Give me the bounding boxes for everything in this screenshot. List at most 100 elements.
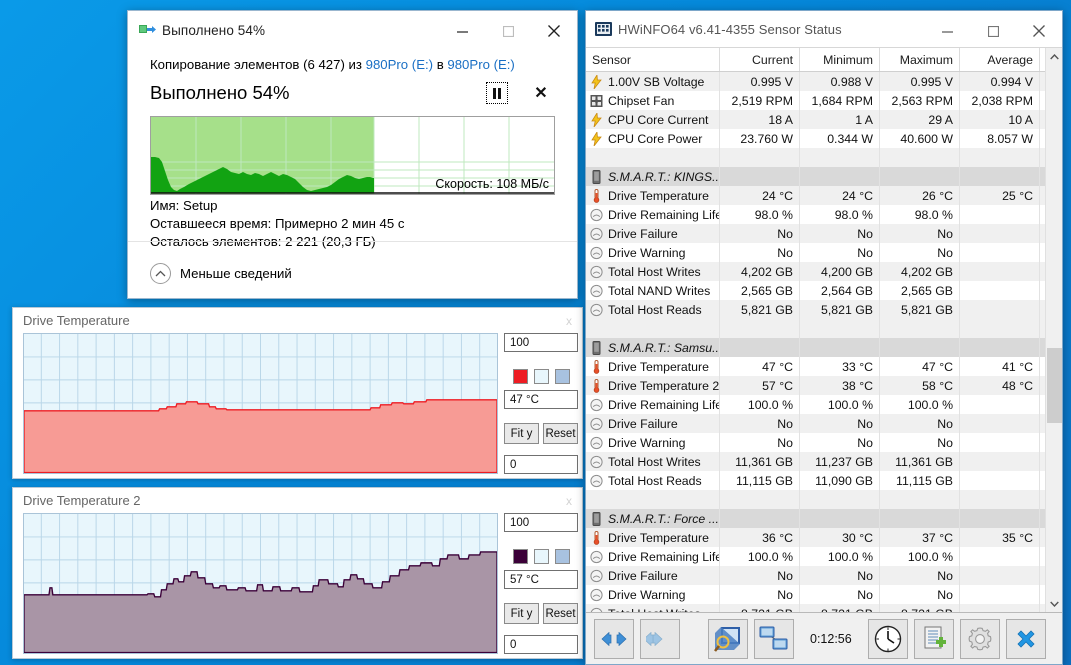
sensor-row[interactable]: Drive Remaining Life 100.0 % 100.0 % 100.0 … (586, 395, 1045, 414)
graph-1-plot (23, 333, 498, 474)
scrollbar-thumb[interactable] (1047, 348, 1062, 423)
sensor-row[interactable]: Drive Temperature 36 °C 30 °C 37 °C 35 °C (586, 528, 1045, 547)
remote-monitor-icon[interactable] (754, 618, 794, 659)
graph-2-ymax-input[interactable]: 100 (504, 513, 578, 533)
cancel-copy-button[interactable]: ✕ (530, 82, 552, 104)
swatch-line-color[interactable] (512, 369, 528, 385)
copy-destination-link[interactable]: 980Pro (E:) (447, 57, 514, 72)
copy-progress-window[interactable]: Выполнено 54% Копирование элементов (6 4… (127, 10, 578, 299)
sensor-row[interactable]: Drive Failure No No No (586, 224, 1045, 243)
minimum-value: 38 °C (800, 376, 880, 395)
hwinfo-sensor-status-window[interactable]: HWiNFO64 v6.41-4355 Sensor Status Sensor… (585, 10, 1063, 665)
less-details-toggle[interactable]: Меньше сведений (150, 263, 292, 284)
maximum-value: 40.600 W (880, 129, 960, 148)
swatch-background-color[interactable] (533, 549, 549, 565)
sensor-row[interactable]: Drive Failure No No No (586, 566, 1045, 585)
sensor-row[interactable]: Total NAND Writes 2,565 GB 2,564 GB 2,565 G… (586, 281, 1045, 300)
sensor-group-row[interactable]: S.M.A.R.T.: Force ... (586, 509, 1045, 528)
hwinfo-vertical-scrollbar[interactable] (1045, 48, 1062, 612)
sensor-row[interactable]: Drive Remaining Life 100.0 % 100.0 % 100.0 … (586, 547, 1045, 566)
copy-dialog-titlebar[interactable]: Выполнено 54% (128, 11, 577, 49)
close-button[interactable] (531, 11, 577, 51)
sensor-row[interactable]: Total Host Writes 4,202 GB 4,200 GB 4,202 G… (586, 262, 1045, 281)
maximize-button[interactable] (970, 11, 1016, 51)
graph-panel-drive-temperature[interactable]: Drive Temperature x 100 47 °C Fit y Rese… (12, 307, 583, 479)
swatch-line-color[interactable] (512, 549, 528, 565)
sensor-row[interactable]: Drive Warning No No No (586, 585, 1045, 604)
maximum-value: 47 °C (880, 357, 960, 376)
sensor-row[interactable]: Drive Warning No No No (586, 433, 1045, 452)
graph-panel-drive-temperature-2[interactable]: Drive Temperature 2 x 100 57 °C Fit y Re… (12, 487, 583, 659)
minimize-button[interactable] (439, 11, 485, 51)
maximize-button[interactable] (485, 11, 531, 51)
clock-icon[interactable] (867, 618, 908, 659)
graph-1-ymax-input[interactable]: 100 (504, 333, 578, 353)
current-value: No (720, 585, 800, 604)
reset-button[interactable]: Reset (543, 603, 578, 625)
graph-panel-2-titlebar[interactable]: Drive Temperature 2 x (13, 488, 582, 513)
current-value: No (720, 224, 800, 243)
sensor-row[interactable]: Drive Remaining Life 98.0 % 98.0 % 98.0 % (586, 205, 1045, 224)
sensor-row[interactable]: Total Host Reads 5,821 GB 5,821 GB 5,821 GB (586, 300, 1045, 319)
swatch-grid-color[interactable] (554, 549, 570, 565)
sensor-row[interactable]: CPU Core Power 23.760 W 0.344 W 40.600 W 8.0… (586, 129, 1045, 148)
graph-1-ymin-input[interactable]: 0 (504, 455, 578, 474)
minimum-value (800, 338, 880, 357)
copy-progress-header: Выполнено 54% ✕ (150, 78, 555, 108)
collapse-arrows-icon[interactable] (640, 618, 680, 659)
graph-1-controls: 100 47 °C Fit y Reset 0 (504, 333, 578, 474)
graph-2-ymin-input[interactable]: 0 (504, 635, 578, 654)
average-value (960, 224, 1040, 243)
graph-1-color-swatches (504, 369, 578, 385)
sensor-row[interactable]: 1.00V SB Voltage 0.995 V 0.988 V 0.995 V 0.9… (586, 72, 1045, 91)
sensor-preview-icon[interactable] (708, 618, 748, 659)
scroll-up-icon[interactable] (1046, 48, 1062, 65)
sensor-row[interactable]: Total Host Writes8,721 GB8,721 GB8,721 G… (586, 604, 1045, 612)
column-header-sensor[interactable]: Sensor (586, 48, 720, 71)
maximum-value: 2,563 RPM (880, 91, 960, 110)
minimize-button[interactable] (924, 11, 970, 51)
current-value: No (720, 433, 800, 452)
swatch-background-color[interactable] (533, 369, 549, 385)
reset-button[interactable]: Reset (543, 423, 578, 445)
sensor-group-row[interactable]: S.M.A.R.T.: KINGS... (586, 167, 1045, 186)
hwinfo-titlebar[interactable]: HWiNFO64 v6.41-4355 Sensor Status (586, 11, 1062, 47)
minimum-value: 11,090 GB (800, 471, 880, 490)
sensor-row[interactable]: Drive Failure No No No (586, 414, 1045, 433)
gear-icon[interactable] (959, 618, 1000, 659)
average-value (960, 243, 1040, 262)
sensor-row[interactable]: Drive Temperature 24 °C 24 °C 26 °C 25 °C (586, 186, 1045, 205)
chevron-up-icon (150, 263, 171, 284)
generic-icon (590, 303, 603, 317)
fit-y-button[interactable]: Fit y (504, 603, 539, 625)
sensor-row[interactable]: Total Host Writes 11,361 GB 11,237 GB 11,36… (586, 452, 1045, 471)
logging-icon[interactable] (913, 618, 954, 659)
close-button[interactable] (1016, 11, 1062, 51)
sensor-name: Total NAND Writes (586, 281, 720, 300)
column-header-average[interactable]: Average (960, 48, 1040, 71)
copy-source-link[interactable]: 980Pro (E:) (366, 57, 433, 72)
average-value (960, 338, 1040, 357)
minimum-value (800, 167, 880, 186)
sensor-group-row[interactable]: S.M.A.R.T.: Samsu... (586, 338, 1045, 357)
sensor-row[interactable]: Chipset Fan 2,519 RPM 1,684 RPM 2,563 RPM 2,… (586, 91, 1045, 110)
sensor-row[interactable]: CPU Core Current 18 A1 A 29 A 10 A (586, 110, 1045, 129)
pause-button[interactable] (486, 82, 508, 104)
scroll-down-icon[interactable] (1046, 595, 1062, 612)
close-icon[interactable]: x (566, 314, 572, 328)
fit-y-button[interactable]: Fit y (504, 423, 539, 445)
average-value (960, 414, 1040, 433)
sensor-row[interactable]: Drive Temperature 2 57 °C 38 °C 58 °C 48 °C (586, 376, 1045, 395)
swatch-grid-color[interactable] (554, 369, 570, 385)
column-header-maximum[interactable]: Maximum (880, 48, 960, 71)
close-x-icon[interactable] (1005, 618, 1046, 659)
column-header-current[interactable]: Current (720, 48, 800, 71)
close-icon[interactable]: x (566, 494, 572, 508)
sensor-row[interactable]: Total Host Reads 11,115 GB 11,090 GB 11,115… (586, 471, 1045, 490)
graph-panel-1-titlebar[interactable]: Drive Temperature x (13, 308, 582, 333)
copy-speed-graph: Скорость: 108 МБ/с (150, 116, 555, 195)
column-header-minimum[interactable]: Minimum (800, 48, 880, 71)
sensor-row[interactable]: Drive Warning No No No (586, 243, 1045, 262)
expand-arrows-icon[interactable] (594, 618, 634, 659)
sensor-row[interactable]: Drive Temperature 47 °C 33 °C 47 °C 41 °C (586, 357, 1045, 376)
